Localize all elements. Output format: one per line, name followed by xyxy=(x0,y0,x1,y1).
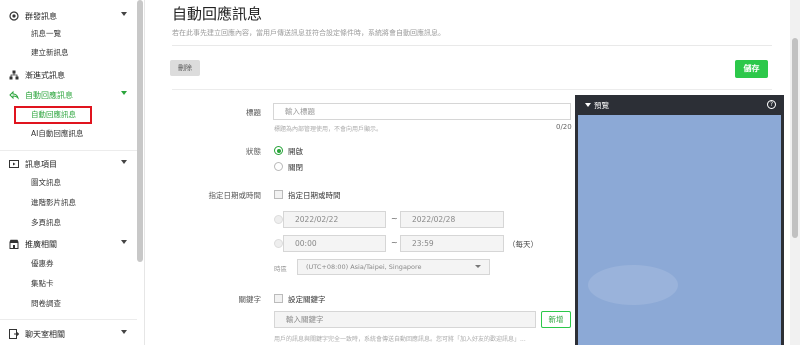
sidebar-scrollbar[interactable] xyxy=(137,0,143,262)
sidebar-section-label: 聊天室相關 xyxy=(25,329,65,339)
sidebar-section-label: 群發訊息 xyxy=(25,11,57,21)
title-char-count: 0/20 xyxy=(556,123,572,131)
schedule-checkbox[interactable] xyxy=(274,190,283,199)
chat-room-icon xyxy=(9,329,19,339)
title-input[interactable]: 輸入標題 xyxy=(273,103,571,120)
status-on-label: 開啟 xyxy=(288,147,303,156)
sidebar-item-rich-video[interactable]: 進階影片訊息 xyxy=(31,196,76,210)
broadcast-icon xyxy=(9,11,19,21)
daily-label: （每天） xyxy=(508,240,538,249)
status-off-label: 關閉 xyxy=(288,163,303,172)
sidebar-section-label: 訊息項目 xyxy=(25,159,57,169)
timezone-select[interactable]: (UTC+08:00) Asia/Taipei, Singapore xyxy=(297,259,490,275)
range-separator: ~ xyxy=(391,238,398,247)
chevron-down-icon xyxy=(121,91,127,95)
start-time-input[interactable]: 00:00 xyxy=(283,235,386,252)
timezone-value: (UTC+08:00) Asia/Taipei, Singapore xyxy=(306,263,422,271)
preview-chat-area xyxy=(578,115,781,345)
sidebar-section-chat-room[interactable]: 聊天室相關 xyxy=(0,326,137,342)
toolbar-divider xyxy=(172,89,772,90)
keyword-hint: 用戶的訊息與關鍵字完全一致時，系統會傳送自動回應訊息。您可將「加入好友的歡迎訊息… xyxy=(274,336,526,343)
sidebar-section-promotion[interactable]: 推廣相關 xyxy=(0,236,137,252)
range-separator: ~ xyxy=(391,214,398,223)
sidebar-item-survey[interactable]: 問卷調查 xyxy=(31,297,61,311)
keyword-checkbox[interactable] xyxy=(274,294,283,303)
save-button[interactable]: 儲存 xyxy=(735,60,768,78)
schedule-label: 指定日期或時間 xyxy=(208,191,262,200)
help-icon[interactable]: ? xyxy=(767,100,776,109)
title-hint: 標題為內部管理使用，不會向用戶顯示。 xyxy=(274,126,383,133)
keyword-label: 關鍵字 xyxy=(238,295,262,304)
end-time-input[interactable]: 23:59 xyxy=(400,235,504,252)
chevron-down-icon xyxy=(121,330,127,334)
sidebar-item-coupon[interactable]: 優惠券 xyxy=(31,257,54,271)
caret-down-icon xyxy=(585,103,591,107)
chevron-down-icon xyxy=(121,12,127,16)
date-range-radio[interactable] xyxy=(274,215,283,224)
page-subtitle: 若在此事先建立回應內容，當用戶傳送訊息並符合設定條件時，系統將會自動回應訊息。 xyxy=(172,29,445,37)
preview-header[interactable]: 預覽 ? xyxy=(575,95,784,114)
schedule-checkbox-label: 指定日期或時間 xyxy=(288,191,341,200)
sidebar-section-auto-reply[interactable]: 自動回應訊息 xyxy=(0,87,137,103)
header-divider xyxy=(172,45,772,46)
sidebar-section-broadcast[interactable]: 群發訊息 xyxy=(0,8,137,24)
sidebar-item-carousel[interactable]: 多頁訊息 xyxy=(31,216,61,230)
add-keyword-button[interactable]: 新增 xyxy=(541,311,571,328)
preview-title: 預覽 xyxy=(594,101,609,110)
delete-button[interactable]: 刪除 xyxy=(170,60,200,76)
chevron-down-icon xyxy=(121,240,127,244)
preview-panel: 預覽 ? xyxy=(575,95,784,345)
message-items-icon xyxy=(9,159,19,169)
auto-reply-icon xyxy=(9,90,19,100)
sidebar-section-label: 漸進式訊息 xyxy=(25,70,65,80)
chevron-down-icon xyxy=(121,160,127,164)
sidebar-item-auto-reply[interactable]: 自動回應訊息 xyxy=(31,108,76,122)
sidebar-item-create-message[interactable]: 建立新訊息 xyxy=(31,46,69,60)
end-date-input[interactable]: 2022/02/28 xyxy=(400,211,504,228)
keyword-input[interactable]: 輸入關鍵字 xyxy=(274,311,536,328)
title-label: 標題 xyxy=(246,108,261,117)
sidebar-item-message-list[interactable]: 訊息一覽 xyxy=(31,27,61,41)
timezone-label: 時區 xyxy=(274,265,287,273)
sidebar-item-reward-card[interactable]: 集點卡 xyxy=(31,277,54,291)
page-title: 自動回應訊息 xyxy=(172,5,263,23)
status-label: 狀態 xyxy=(246,147,261,156)
keyword-checkbox-label: 設定關鍵字 xyxy=(288,295,326,304)
sidebar-section-message-items[interactable]: 訊息項目 xyxy=(0,156,137,172)
store-icon xyxy=(9,239,19,249)
chevron-down-icon xyxy=(475,265,481,268)
sidebar-section-label: 推廣相關 xyxy=(25,239,57,249)
sidebar: 群發訊息 訊息一覽 建立新訊息 漸進式訊息 自動回應訊息 自動回應訊息 AI自動… xyxy=(0,0,145,345)
time-range-radio[interactable] xyxy=(274,239,283,248)
sidebar-section-label: 自動回應訊息 xyxy=(25,90,73,100)
sidebar-item-ai-auto-reply[interactable]: AI自動回應訊息 xyxy=(31,127,83,141)
sidebar-item-rich-message[interactable]: 圖文訊息 xyxy=(31,176,61,190)
background-cloud xyxy=(588,265,678,305)
flow-icon xyxy=(9,70,19,80)
sidebar-section-step-message[interactable]: 漸進式訊息 xyxy=(0,67,137,83)
page-scrollbar-thumb[interactable] xyxy=(792,38,798,238)
status-on-radio[interactable] xyxy=(274,146,283,155)
status-off-radio[interactable] xyxy=(274,162,283,171)
sidebar-divider xyxy=(0,319,137,320)
sidebar-divider xyxy=(0,150,137,151)
start-date-input[interactable]: 2022/02/22 xyxy=(283,211,386,228)
